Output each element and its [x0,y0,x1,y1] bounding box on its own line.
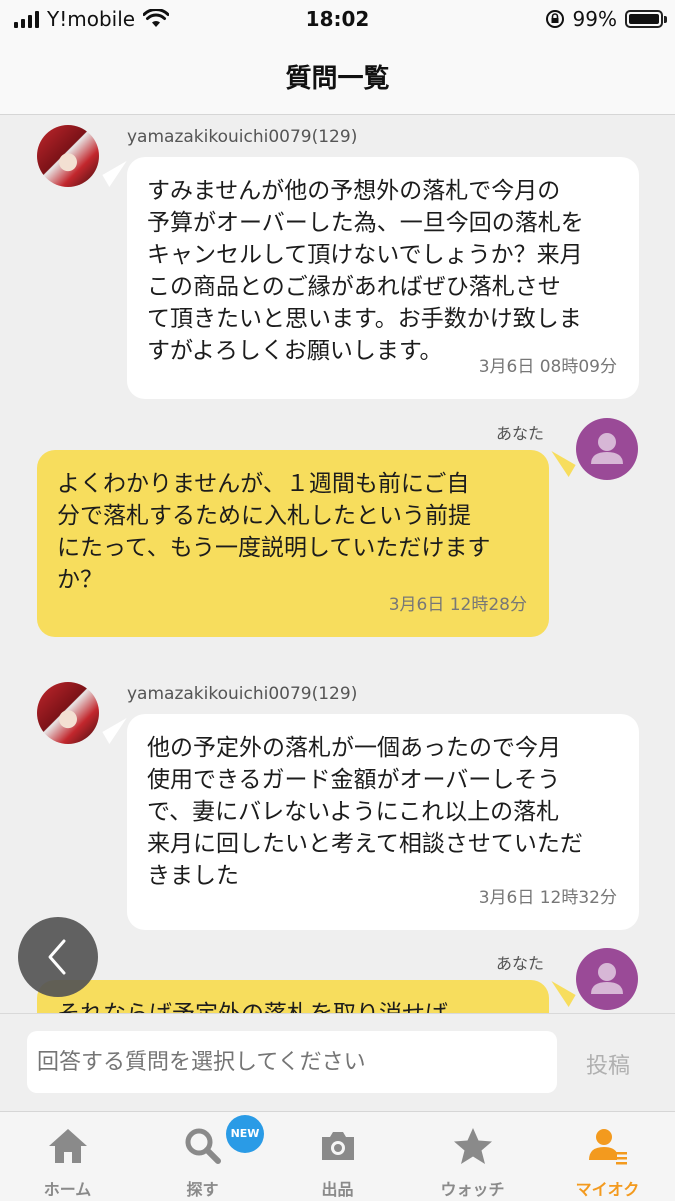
submit-button[interactable]: 投稿 [586,1048,630,1080]
tab-label: 出品 [321,1180,354,1199]
message-timestamp: 3月6日 12時32分 [478,888,617,908]
tab-bar: ホーム 探す 出品 ウォッチ マイオク [0,1111,675,1201]
star-icon [453,1128,492,1164]
search-icon [185,1128,221,1164]
message-text: よくわかりませんが、１週間も前にご自 分で落札するために入札したという前提 にた… [57,471,491,593]
battery-icon [625,10,667,28]
bubble-tail [544,980,576,1008]
user-silhouette-icon [591,963,623,994]
answer-input-bar: 投稿 [0,1013,675,1112]
sender-username[interactable]: yamazakikouichi0079(129) [127,127,357,147]
sender-username[interactable]: yamazakikouichi0079(129) [127,684,357,704]
page-title: 質問一覧 [285,64,390,94]
your-avatar [576,418,638,480]
you-label: あなた [496,424,545,443]
status-right: 99% [545,7,667,31]
tab-label: 探す [186,1180,219,1199]
battery-percent: 99% [572,7,617,31]
new-badge: NEW [226,1115,264,1153]
message-text: すみませんが他の予想外の落札で今月の 予算がオーバーした為、一旦今回の落札を キ… [147,178,584,364]
user-silhouette-icon [591,433,623,464]
nav-header: 質問一覧 [0,40,675,115]
message-timestamp: 3月6日 12時28分 [388,595,527,615]
tab-sell[interactable]: 出品 [270,1112,405,1201]
tab-label: ウォッチ [440,1180,505,1199]
chat-list[interactable]: yamazakikouichi0079(129) すみませんが他の予想外の落札で… [0,115,675,1013]
answer-input[interactable] [27,1031,557,1093]
message-timestamp: 3月6日 08時09分 [478,357,617,377]
message-bubble[interactable]: よくわかりませんが、１週間も前にご自 分で落札するために入札したという前提 にた… [37,450,549,637]
message-bubble[interactable]: それならば予定外の落札を取り消せば [37,980,549,1013]
tab-watch[interactable]: ウォッチ [405,1112,540,1201]
message-text: 他の予定外の落札が一個あったので今月 使用できるガード金額がオーバーしそう で、… [147,735,583,889]
message-text: それならば予定外の落札を取り消せば [57,998,531,1013]
orientation-lock-icon [545,10,564,28]
camera-icon [321,1132,354,1160]
you-label: あなた [496,954,545,973]
message-bubble[interactable]: すみませんが他の予想外の落札で今月の 予算がオーバーした為、一旦今回の落札を キ… [127,157,639,399]
chevron-left-icon [48,939,66,975]
message-bubble[interactable]: 他の予定外の落札が一個あったので今月 使用できるガード金額がオーバーしそう で、… [127,714,639,930]
bubble-tail [544,450,576,478]
back-button[interactable] [18,917,98,997]
tab-my-auction[interactable]: マイオク [540,1112,675,1201]
status-bar: Y!mobile 18:02 99% [0,0,675,40]
your-avatar [576,948,638,1010]
battery-fill [629,14,659,24]
sender-avatar[interactable] [37,682,99,744]
my-auction-icon [588,1129,627,1165]
tab-label: ホーム [43,1180,92,1199]
home-icon [48,1129,87,1163]
tab-home[interactable]: ホーム [0,1112,135,1201]
sender-avatar[interactable] [37,125,99,187]
tab-label: マイオク [575,1180,640,1199]
